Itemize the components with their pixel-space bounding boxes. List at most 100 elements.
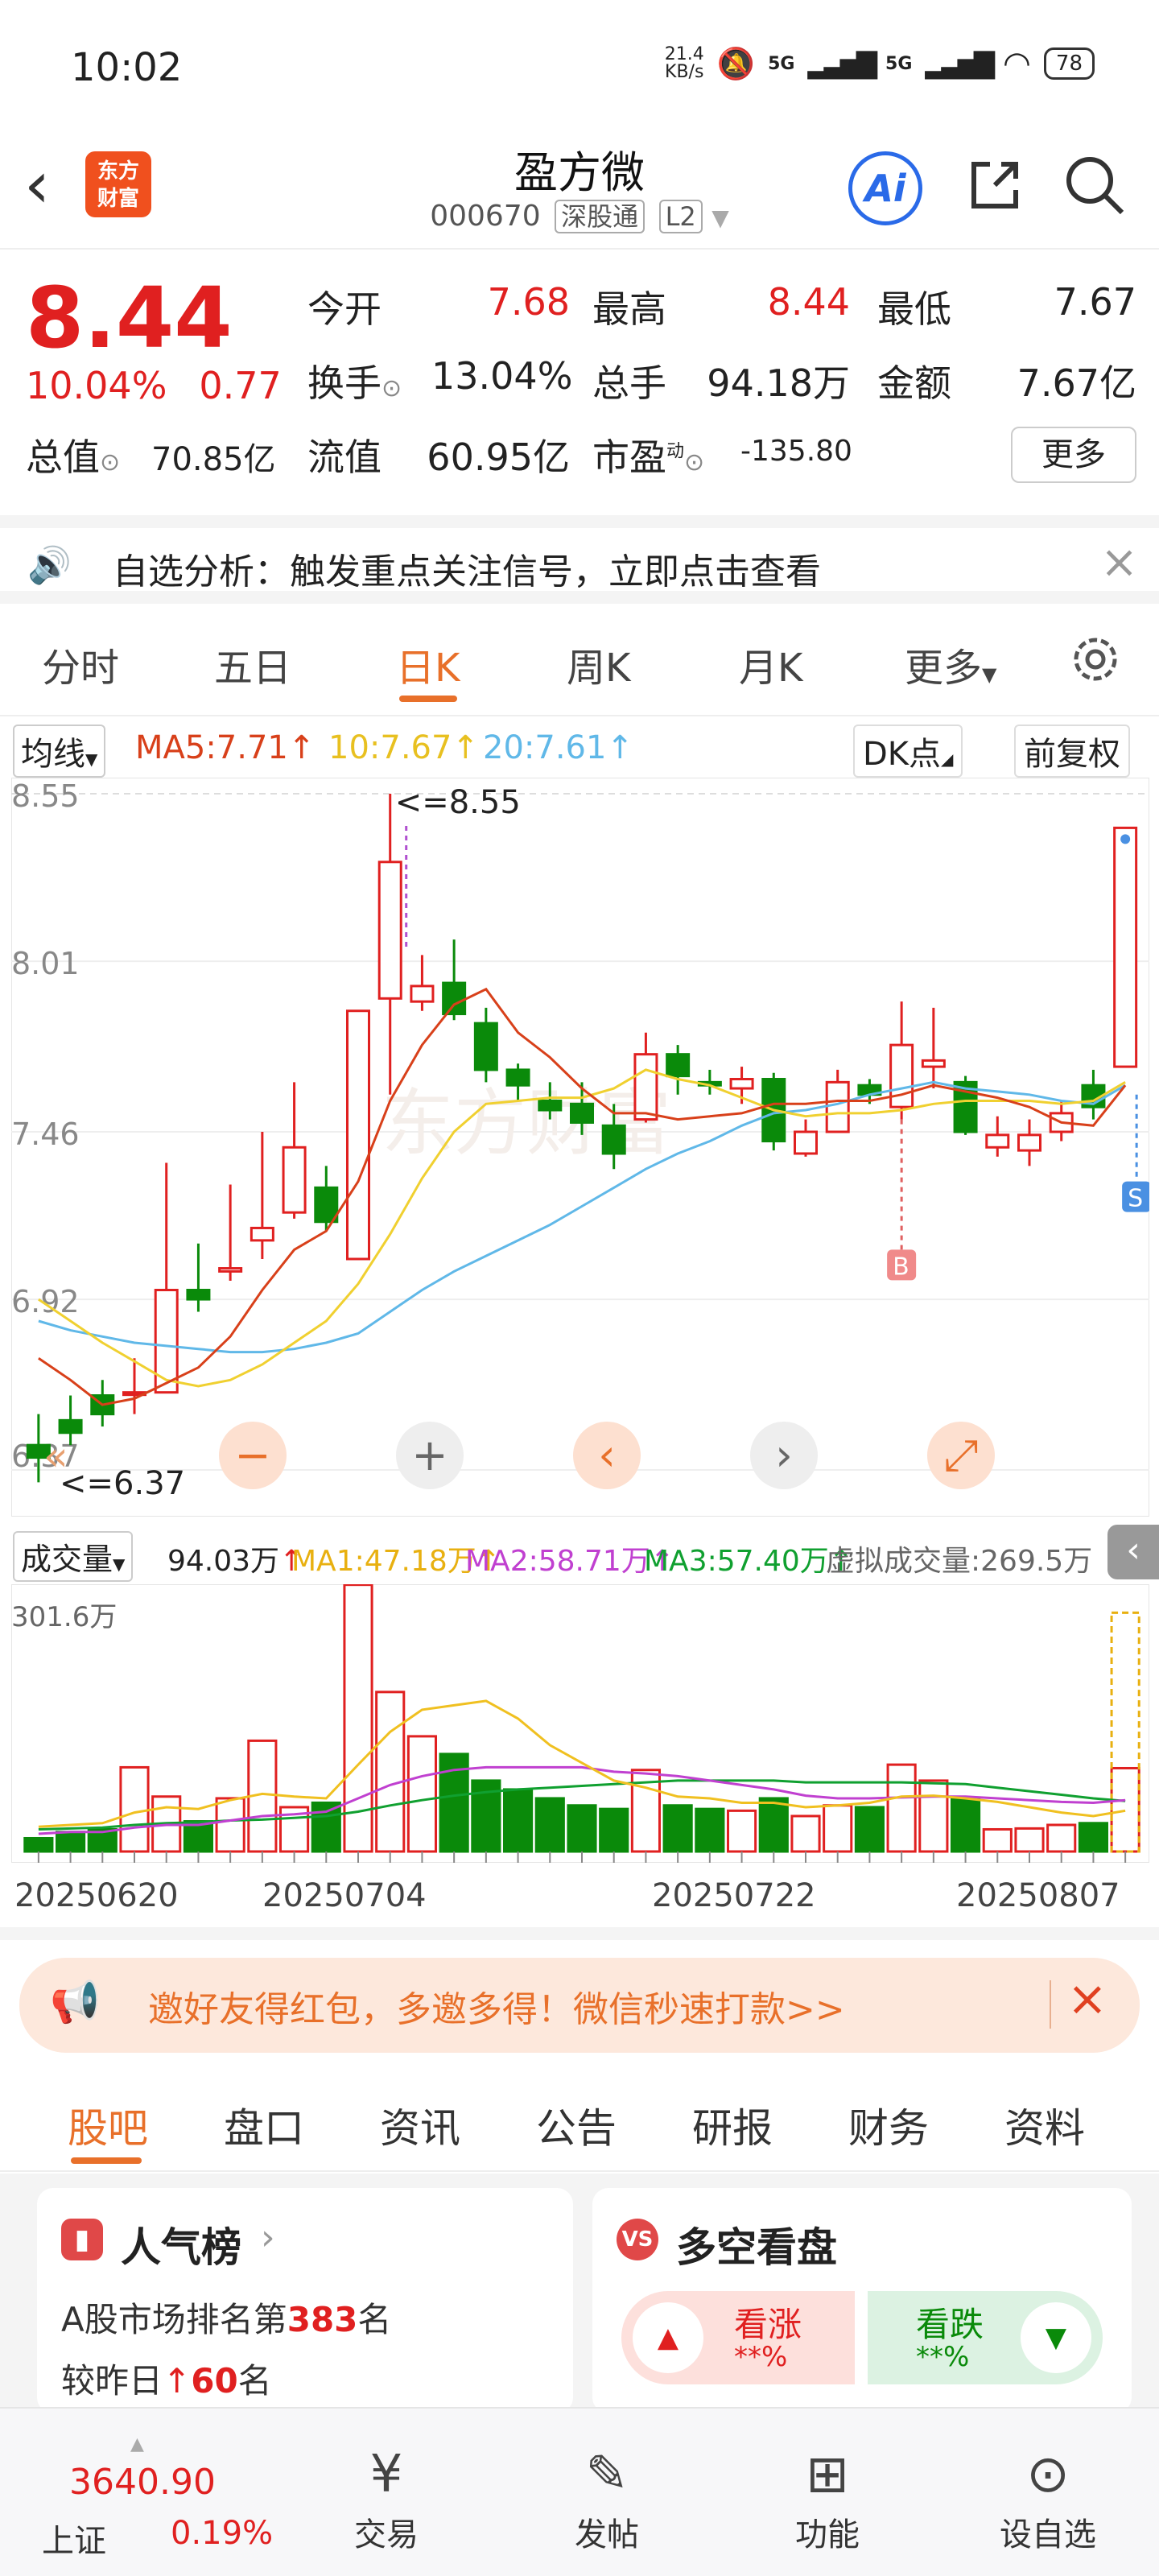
quote-panel: 8.44 10.04% 0.77 今开 7.68 最高 8.44 最低 7.67 … — [0, 251, 1159, 509]
dk-point-button[interactable]: DK点◢ — [853, 724, 963, 778]
ma5-value: MA5:7.71↑ — [135, 729, 315, 766]
candle — [154, 1289, 179, 1394]
volume-value: 94.03万↑ — [167, 1538, 303, 1579]
pan-left-icon: ‹ — [598, 1430, 616, 1480]
tab-intraday[interactable]: 分时 — [42, 636, 119, 692]
net-speed: 21.4 KB/s — [664, 44, 704, 82]
rank-line: A股市场排名第383名 — [61, 2293, 391, 2342]
candle — [1113, 826, 1138, 1068]
latest-dot — [1120, 834, 1131, 844]
volume-selector-label: 成交量 — [21, 1542, 113, 1577]
ma20-text: 20:7.61 — [483, 729, 607, 766]
volume-bar — [695, 1807, 725, 1853]
tab-news[interactable]: 资讯 — [380, 2096, 460, 2154]
tab-monthly-k[interactable]: 月K — [739, 636, 802, 692]
date-axis: 20250620 20250704 20250722 20250807 — [0, 1868, 1159, 1940]
candle — [345, 1009, 371, 1261]
high-label: 最高 — [592, 287, 666, 331]
adjust-button[interactable]: 前复权 — [1014, 724, 1130, 778]
search-icon[interactable] — [1062, 153, 1127, 217]
battery-icon: 78 — [1043, 47, 1095, 80]
tab-research[interactable]: 研报 — [692, 2096, 773, 2154]
zoom-in-button[interactable]: + — [396, 1422, 464, 1489]
l2-tag: L2 — [658, 200, 703, 233]
index-pct: 0.19% — [171, 2515, 274, 2552]
stock-header: ‹ 东方 财富 盈方微 000670 深股通 L2 ▼ Ai — [0, 129, 1159, 250]
info-icon: ⊙ — [382, 374, 402, 402]
high-marker: <=8.55 — [395, 784, 521, 821]
popularity-card[interactable]: ▮ 人气榜 › A股市场排名第383名 较昨日↑60名 — [37, 2188, 573, 2413]
y-tick-label: 8.01 — [11, 946, 80, 981]
more-button[interactable]: 更多 — [1011, 427, 1136, 483]
volume-bar — [758, 1797, 789, 1853]
info-icon: ⊙ — [100, 448, 121, 477]
triangle-up-icon: ▲ — [633, 2302, 703, 2373]
divider — [1050, 1980, 1051, 2029]
y-tick-label: 6.92 — [11, 1284, 80, 1319]
bull-bear-card[interactable]: VS 多空看盘 ▲ 看涨 **% 看跌 **% ▼ — [592, 2188, 1132, 2413]
ma20-value: 20:7.61↑ — [483, 729, 633, 766]
low-value: 7.67 — [1054, 280, 1136, 324]
invite-promo[interactable]: 📢 邀好友得红包，多邀多得！微信秒速打款>> × — [19, 1958, 1140, 2053]
nav-functions[interactable]: ⊞ 功能 — [755, 2441, 900, 2555]
pan-right-button[interactable]: › — [750, 1422, 818, 1489]
candle — [666, 1053, 691, 1078]
megaphone-icon: 📢 — [50, 1979, 101, 2025]
pan-left-button[interactable]: ‹ — [573, 1422, 641, 1489]
tab-forum[interactable]: 股吧 — [68, 2096, 148, 2154]
tab-financials[interactable]: 财务 — [848, 2096, 929, 2154]
ai-icon[interactable]: Ai — [848, 151, 922, 225]
analysis-banner[interactable]: 🔊 自选分析：触发重点关注信号，立即点击查看 × — [0, 515, 1159, 604]
volume-bar — [215, 1797, 245, 1853]
gear-icon[interactable] — [1067, 631, 1124, 687]
edit-icon: ✎ — [585, 2445, 629, 2504]
mcap-label-text: 总值 — [26, 436, 100, 479]
wifi-icon: ◠ — [1003, 45, 1031, 82]
kline-chart[interactable]: 8.558.017.466.926.37 东方财富 <=8.55<=6.37BS… — [11, 778, 1149, 1517]
grid-icon: ⊞ — [806, 2445, 849, 2504]
cards-area: ▮ 人气榜 › A股市场排名第383名 较昨日↑60名 VS 多空看盘 ▲ 看涨… — [0, 2174, 1159, 2413]
nav-post[interactable]: ✎ 发帖 — [534, 2441, 679, 2555]
bull-label: 看涨 — [734, 2305, 802, 2344]
zoom-out-button[interactable]: − — [219, 1422, 287, 1489]
bull-button[interactable]: ▲ 看涨 **% — [621, 2291, 855, 2384]
bull-bear-title: 多空看盘 — [676, 2224, 837, 2271]
tab-weekly-k[interactable]: 周K — [567, 636, 630, 692]
mcap-label[interactable]: 总值⊙ — [26, 428, 120, 481]
nav-watchlist[interactable]: ⊙ 设自选 — [975, 2441, 1120, 2555]
bear-button[interactable]: 看跌 **% ▼ — [868, 2291, 1103, 2384]
tab-more[interactable]: 更多▼ — [905, 636, 996, 692]
volume-bar — [823, 1804, 853, 1853]
fullscreen-button[interactable]: ⤢ — [927, 1422, 995, 1489]
close-icon[interactable]: × — [1100, 536, 1138, 588]
content-tabs: 股吧 盘口 资讯 公告 研报 财务 资料 — [0, 2067, 1159, 2172]
ma-selector[interactable]: 均线▼ — [13, 724, 106, 778]
change-abs: 0.77 — [199, 364, 282, 407]
stock-code: 000670 — [430, 200, 541, 233]
zoom-out-icon: − — [234, 1430, 270, 1480]
vma2-value: MA2:58.71万↑ — [465, 1538, 674, 1579]
triangle-down-icon: ▼ — [1021, 2302, 1091, 2373]
share-icon[interactable] — [963, 153, 1027, 217]
turnover-label[interactable]: 换手⊙ — [307, 354, 402, 407]
volume-bar — [854, 1806, 885, 1853]
double-chevron-left-icon: « — [43, 1433, 68, 1480]
pe-label[interactable]: 市盈动⊙ — [592, 428, 704, 481]
tab-daily-k[interactable]: 日K — [396, 636, 460, 692]
tab-profile[interactable]: 资料 — [1004, 2096, 1085, 2154]
tab-announcements[interactable]: 公告 — [536, 2096, 617, 2154]
volume-chart[interactable]: 301.6万 — [11, 1584, 1149, 1863]
nav-trade[interactable]: ¥ 交易 — [314, 2441, 459, 2555]
pe-label-text: 市盈 — [592, 436, 666, 479]
close-icon[interactable]: × — [1067, 1971, 1107, 2027]
collapse-icon[interactable]: ‹ — [1107, 1525, 1159, 1579]
volume-legend: 成交量▼ 94.03万↑ MA1:47.18万↑ MA2:58.71万↑ MA3… — [0, 1520, 1159, 1584]
speaker-icon: 🔊 — [27, 545, 72, 586]
yen-circle-icon: ¥ — [369, 2445, 403, 2504]
index-widget[interactable]: ▲ 3640.90 上证 0.19% — [18, 2426, 273, 2560]
volume-selector[interactable]: 成交量▼ — [13, 1531, 134, 1582]
candle — [505, 1068, 530, 1087]
ma10-text: 10:7.67 — [328, 729, 452, 766]
tab-orderbook[interactable]: 盘口 — [224, 2096, 304, 2154]
tab-five-day[interactable]: 五日 — [214, 636, 291, 692]
